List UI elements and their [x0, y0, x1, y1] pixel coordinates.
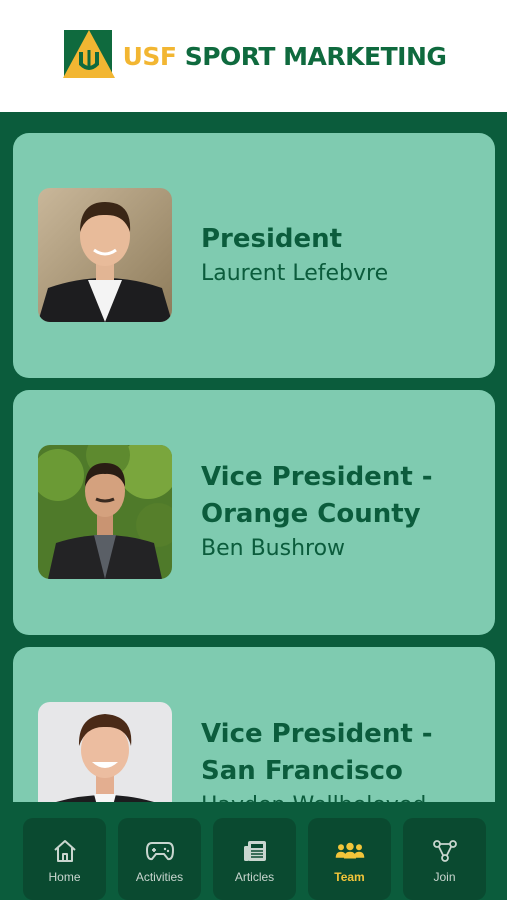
tab-articles[interactable]: Articles	[213, 818, 296, 900]
member-role: Vice President - San Francisco	[201, 719, 433, 786]
member-role: President	[201, 224, 343, 254]
tab-team[interactable]: Team	[308, 818, 391, 900]
app-header: USF SPORT MARKETING	[0, 0, 507, 112]
bottom-tab-bar: Home Activities Articles Team Join	[0, 802, 507, 900]
member-name: Ben Bushrow	[201, 536, 346, 561]
logo-rest: SPORT MARKETING	[184, 41, 447, 71]
team-icon	[335, 838, 365, 864]
gamepad-icon	[145, 838, 175, 864]
team-card[interactable]: Vice President - Orange County Ben Bushr…	[13, 390, 495, 635]
member-name: Laurent Lefebvre	[201, 261, 389, 286]
tab-team-label: Team	[334, 870, 365, 884]
tab-activities-label: Activities	[135, 870, 184, 884]
tab-home-label: Home	[48, 870, 81, 884]
logo-usf: USF	[122, 41, 177, 71]
logo-icon	[61, 28, 117, 84]
tab-articles-label: Articles	[234, 870, 275, 884]
tab-home[interactable]: Home	[23, 818, 106, 900]
share-icon	[430, 838, 460, 864]
member-photo	[38, 702, 172, 802]
newspaper-icon	[240, 838, 270, 864]
team-list[interactable]: President Laurent Lefebvre Vice Presiden…	[0, 112, 507, 802]
member-info: Vice President - San Francisco Hayden We…	[201, 716, 481, 802]
member-photo	[38, 445, 172, 579]
member-info: Vice President - Orange County Ben Bushr…	[201, 459, 481, 565]
member-photo	[38, 188, 172, 322]
member-name: Hayden Wellbeloved	[201, 790, 481, 802]
usf-sport-marketing-logo: USF SPORT MARKETING	[61, 28, 447, 84]
member-info: President Laurent Lefebvre	[201, 221, 481, 290]
home-icon	[50, 838, 80, 864]
tab-join-label: Join	[433, 870, 456, 884]
team-card[interactable]: President Laurent Lefebvre	[13, 133, 495, 378]
member-role: Vice President - Orange County	[201, 462, 433, 529]
logo-text: USF SPORT MARKETING	[123, 42, 447, 71]
team-card[interactable]: Vice President - San Francisco Hayden We…	[13, 647, 495, 802]
tab-activities[interactable]: Activities	[118, 818, 201, 900]
tab-join[interactable]: Join	[403, 818, 486, 900]
